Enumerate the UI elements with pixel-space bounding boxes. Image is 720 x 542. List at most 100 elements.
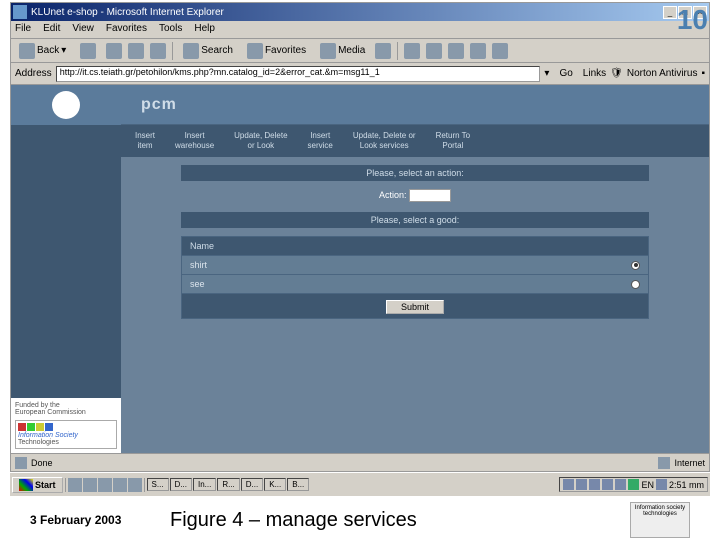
media-button[interactable]: Media [316, 41, 369, 61]
radio-shirt[interactable] [631, 261, 640, 270]
ql-icon[interactable] [113, 478, 127, 492]
nav-return-portal[interactable]: Return To Portal [430, 129, 477, 152]
ist-sq-icon [18, 423, 26, 431]
messenger-icon[interactable] [492, 43, 508, 59]
go-button[interactable]: Go [553, 68, 578, 79]
goods-table: Name shirt see Submit [181, 236, 649, 319]
minimize-button[interactable]: _ [663, 6, 677, 19]
separator [397, 42, 398, 60]
back-button[interactable]: Back ▾ [15, 41, 70, 61]
toolbar: Back ▾ Search Favorites Media [11, 39, 709, 63]
slide-number: 10 [677, 4, 708, 36]
links-label[interactable]: Links [583, 68, 606, 79]
ql-icon[interactable] [98, 478, 112, 492]
ec-label: European Commission [15, 409, 117, 416]
ist-label2: Technologies [18, 439, 114, 446]
tray-icon[interactable] [602, 479, 613, 490]
tray-icon[interactable] [563, 479, 574, 490]
home-icon[interactable] [150, 43, 166, 59]
favorites-label: Favorites [265, 45, 306, 56]
browser-window: KLUnet e-shop - Microsoft Internet Explo… [10, 2, 710, 472]
task-button[interactable]: B... [287, 478, 309, 491]
task-button[interactable]: D... [241, 478, 263, 491]
lang-indicator[interactable] [628, 479, 639, 490]
search-button[interactable]: Search [179, 41, 237, 61]
logo-icon [52, 91, 80, 119]
star-icon [247, 43, 263, 59]
ql-icon[interactable] [68, 478, 82, 492]
forward-button[interactable] [76, 41, 100, 61]
print-icon[interactable] [426, 43, 442, 59]
discuss-icon[interactable] [470, 43, 486, 59]
nav-insert-service[interactable]: Insert service [302, 129, 339, 152]
tray-icon[interactable] [656, 479, 667, 490]
addressbar: Address http://it.cs.teiath.gr/petohilon… [11, 63, 709, 85]
ql-icon[interactable] [128, 478, 142, 492]
goods-row[interactable]: shirt [182, 255, 648, 274]
section-select-good: Please, select a good: [181, 212, 649, 228]
ie-icon [13, 5, 27, 19]
radio-see[interactable] [631, 280, 640, 289]
mail-icon[interactable] [404, 43, 420, 59]
main-panel: pcm Insert item Insert warehouse Update,… [121, 85, 709, 453]
good-name: see [190, 279, 205, 289]
action-value: Update [412, 190, 441, 200]
back-label: Back [37, 45, 59, 56]
menu-help[interactable]: Help [194, 23, 215, 36]
task-button[interactable]: D... [170, 478, 192, 491]
media-label: Media [338, 45, 365, 56]
task-button[interactable]: R... [217, 478, 239, 491]
nav-update-delete-look[interactable]: Update, Delete or Look [228, 129, 293, 152]
tray-icon[interactable] [615, 479, 626, 490]
action-select[interactable]: Update ▾ [409, 189, 451, 202]
zone-icon [658, 457, 670, 469]
norton-icon: 🛡 [610, 68, 623, 79]
ist-footer-logo: Information society technologies [630, 502, 690, 538]
titlebar: KLUnet e-shop - Microsoft Internet Explo… [11, 3, 709, 21]
sidebar: Funded by the European Commission Inform… [11, 85, 121, 453]
status-done: Done [31, 458, 53, 468]
tray-icon[interactable] [589, 479, 600, 490]
goods-row[interactable]: see [182, 274, 648, 293]
address-input[interactable]: http://it.cs.teiath.gr/petohilon/kms.php… [56, 66, 541, 82]
clock[interactable]: 2:51 mm [669, 480, 704, 490]
ql-icon[interactable] [83, 478, 97, 492]
start-label: Start [35, 480, 56, 490]
sidebar-footer: Funded by the European Commission Inform… [11, 398, 121, 453]
task-buttons: S... D... In... R... D... K... B... [147, 478, 558, 491]
menu-view[interactable]: View [72, 23, 94, 36]
system-tray: EN 2:51 mm [559, 477, 708, 492]
submit-button[interactable]: Submit [386, 300, 444, 314]
menu-edit[interactable]: Edit [43, 23, 60, 36]
start-button[interactable]: Start [12, 477, 63, 493]
history-icon[interactable] [375, 43, 391, 59]
menu-favorites[interactable]: Favorites [106, 23, 147, 36]
tray-icon[interactable] [576, 479, 587, 490]
task-button[interactable]: K... [264, 478, 286, 491]
taskbar: Start S... D... In... R... D... K... B..… [10, 472, 710, 496]
stop-icon[interactable] [106, 43, 122, 59]
task-button[interactable]: In... [193, 478, 216, 491]
menu-tools[interactable]: Tools [159, 23, 182, 36]
refresh-icon[interactable] [128, 43, 144, 59]
footer-date: 3 February 2003 [30, 513, 170, 527]
nav-update-services[interactable]: Update, Delete or Look services [347, 129, 422, 152]
search-label: Search [201, 45, 233, 56]
ist-logo: Information Society Technologies [15, 420, 117, 449]
separator [172, 42, 173, 60]
nav-insert-warehouse[interactable]: Insert warehouse [169, 129, 220, 152]
menu-file[interactable]: File [15, 23, 31, 36]
forward-icon [80, 43, 96, 59]
address-dropdown-icon[interactable]: ▾ [544, 68, 549, 79]
funded-label: Funded by the [15, 402, 117, 409]
done-icon [15, 457, 27, 469]
edit-icon[interactable] [448, 43, 464, 59]
nav-insert-item[interactable]: Insert item [129, 129, 161, 152]
norton-label: Norton Antivirus [627, 68, 698, 79]
window-title: KLUnet e-shop - Microsoft Internet Explo… [31, 7, 663, 18]
task-button[interactable]: S... [147, 478, 169, 491]
quick-launch [65, 478, 145, 492]
menubar: File Edit View Favorites Tools Help [11, 21, 709, 39]
favorites-button[interactable]: Favorites [243, 41, 310, 61]
norton-action-icon[interactable]: ▪ [701, 68, 705, 79]
